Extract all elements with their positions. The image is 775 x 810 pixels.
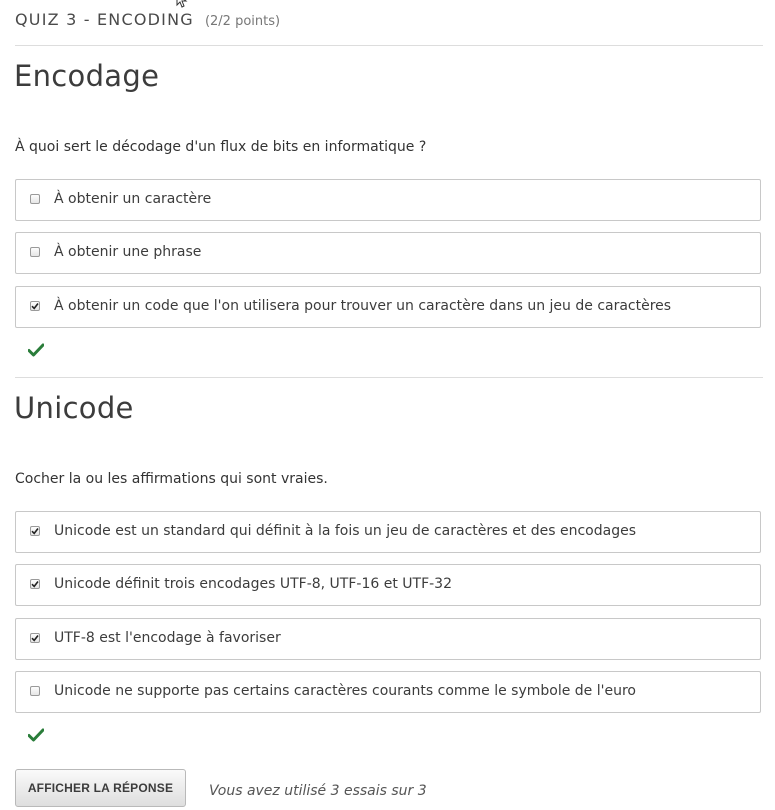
choice-item[interactable]: Unicode ne supporte pas certains caractè… — [15, 671, 761, 713]
question-text: À quoi sert le décodage d'un flux de bit… — [15, 139, 427, 155]
checkmark-icon — [28, 728, 44, 742]
choice-item[interactable]: Unicode est un standard qui définit à la… — [15, 511, 761, 553]
mouse-cursor-icon — [176, 0, 188, 8]
checkbox-tick-icon — [31, 528, 39, 535]
quiz-page: QUIZ 3 - ENCODING (2/2 points) Encodage … — [0, 0, 775, 810]
header-divider — [15, 45, 763, 46]
problem-title-encodage: Encodage — [14, 59, 160, 93]
show-answer-button[interactable]: AFFICHER LA RÉPONSE — [15, 769, 186, 807]
choice-item[interactable]: À obtenir une phrase — [15, 232, 761, 274]
checkbox-tick-icon — [31, 581, 39, 588]
checkbox[interactable] — [30, 633, 40, 643]
choice-label: Unicode est un standard qui définit à la… — [54, 523, 637, 539]
question-text: Cocher la ou les affirmations qui sont v… — [15, 471, 328, 487]
checkbox-tick-icon — [31, 303, 39, 310]
quiz-title: QUIZ 3 - ENCODING — [15, 10, 194, 29]
choice-label: UTF-8 est l'encodage à favoriser — [54, 630, 281, 646]
checkbox[interactable] — [30, 526, 40, 536]
choice-label: Unicode ne supporte pas certains caractè… — [54, 683, 636, 699]
choice-item[interactable]: UTF-8 est l'encodage à favoriser — [15, 618, 761, 660]
checkbox[interactable] — [30, 301, 40, 311]
choice-item[interactable]: À obtenir un caractère — [15, 179, 761, 221]
checkbox[interactable] — [30, 686, 40, 696]
checkbox[interactable] — [30, 247, 40, 257]
problem-title-unicode: Unicode — [14, 391, 134, 425]
quiz-points: (2/2 points) — [204, 14, 281, 29]
checkbox[interactable] — [30, 579, 40, 589]
quiz-header: QUIZ 3 - ENCODING (2/2 points) — [15, 10, 280, 29]
choice-label: Unicode définit trois encodages UTF-8, U… — [54, 576, 452, 592]
choice-item[interactable]: À obtenir un code que l'on utilisera pou… — [15, 286, 761, 328]
checkbox[interactable] — [30, 194, 40, 204]
section-divider — [15, 377, 763, 378]
choice-label: À obtenir un code que l'on utilisera pou… — [54, 298, 672, 314]
attempts-text: Vous avez utilisé 3 essais sur 3 — [209, 783, 427, 799]
choice-label: À obtenir une phrase — [54, 244, 202, 260]
choice-item[interactable]: Unicode définit trois encodages UTF-8, U… — [15, 564, 761, 606]
checkmark-icon — [28, 343, 44, 357]
choice-label: À obtenir un caractère — [54, 191, 212, 207]
checkbox-tick-icon — [31, 635, 39, 642]
